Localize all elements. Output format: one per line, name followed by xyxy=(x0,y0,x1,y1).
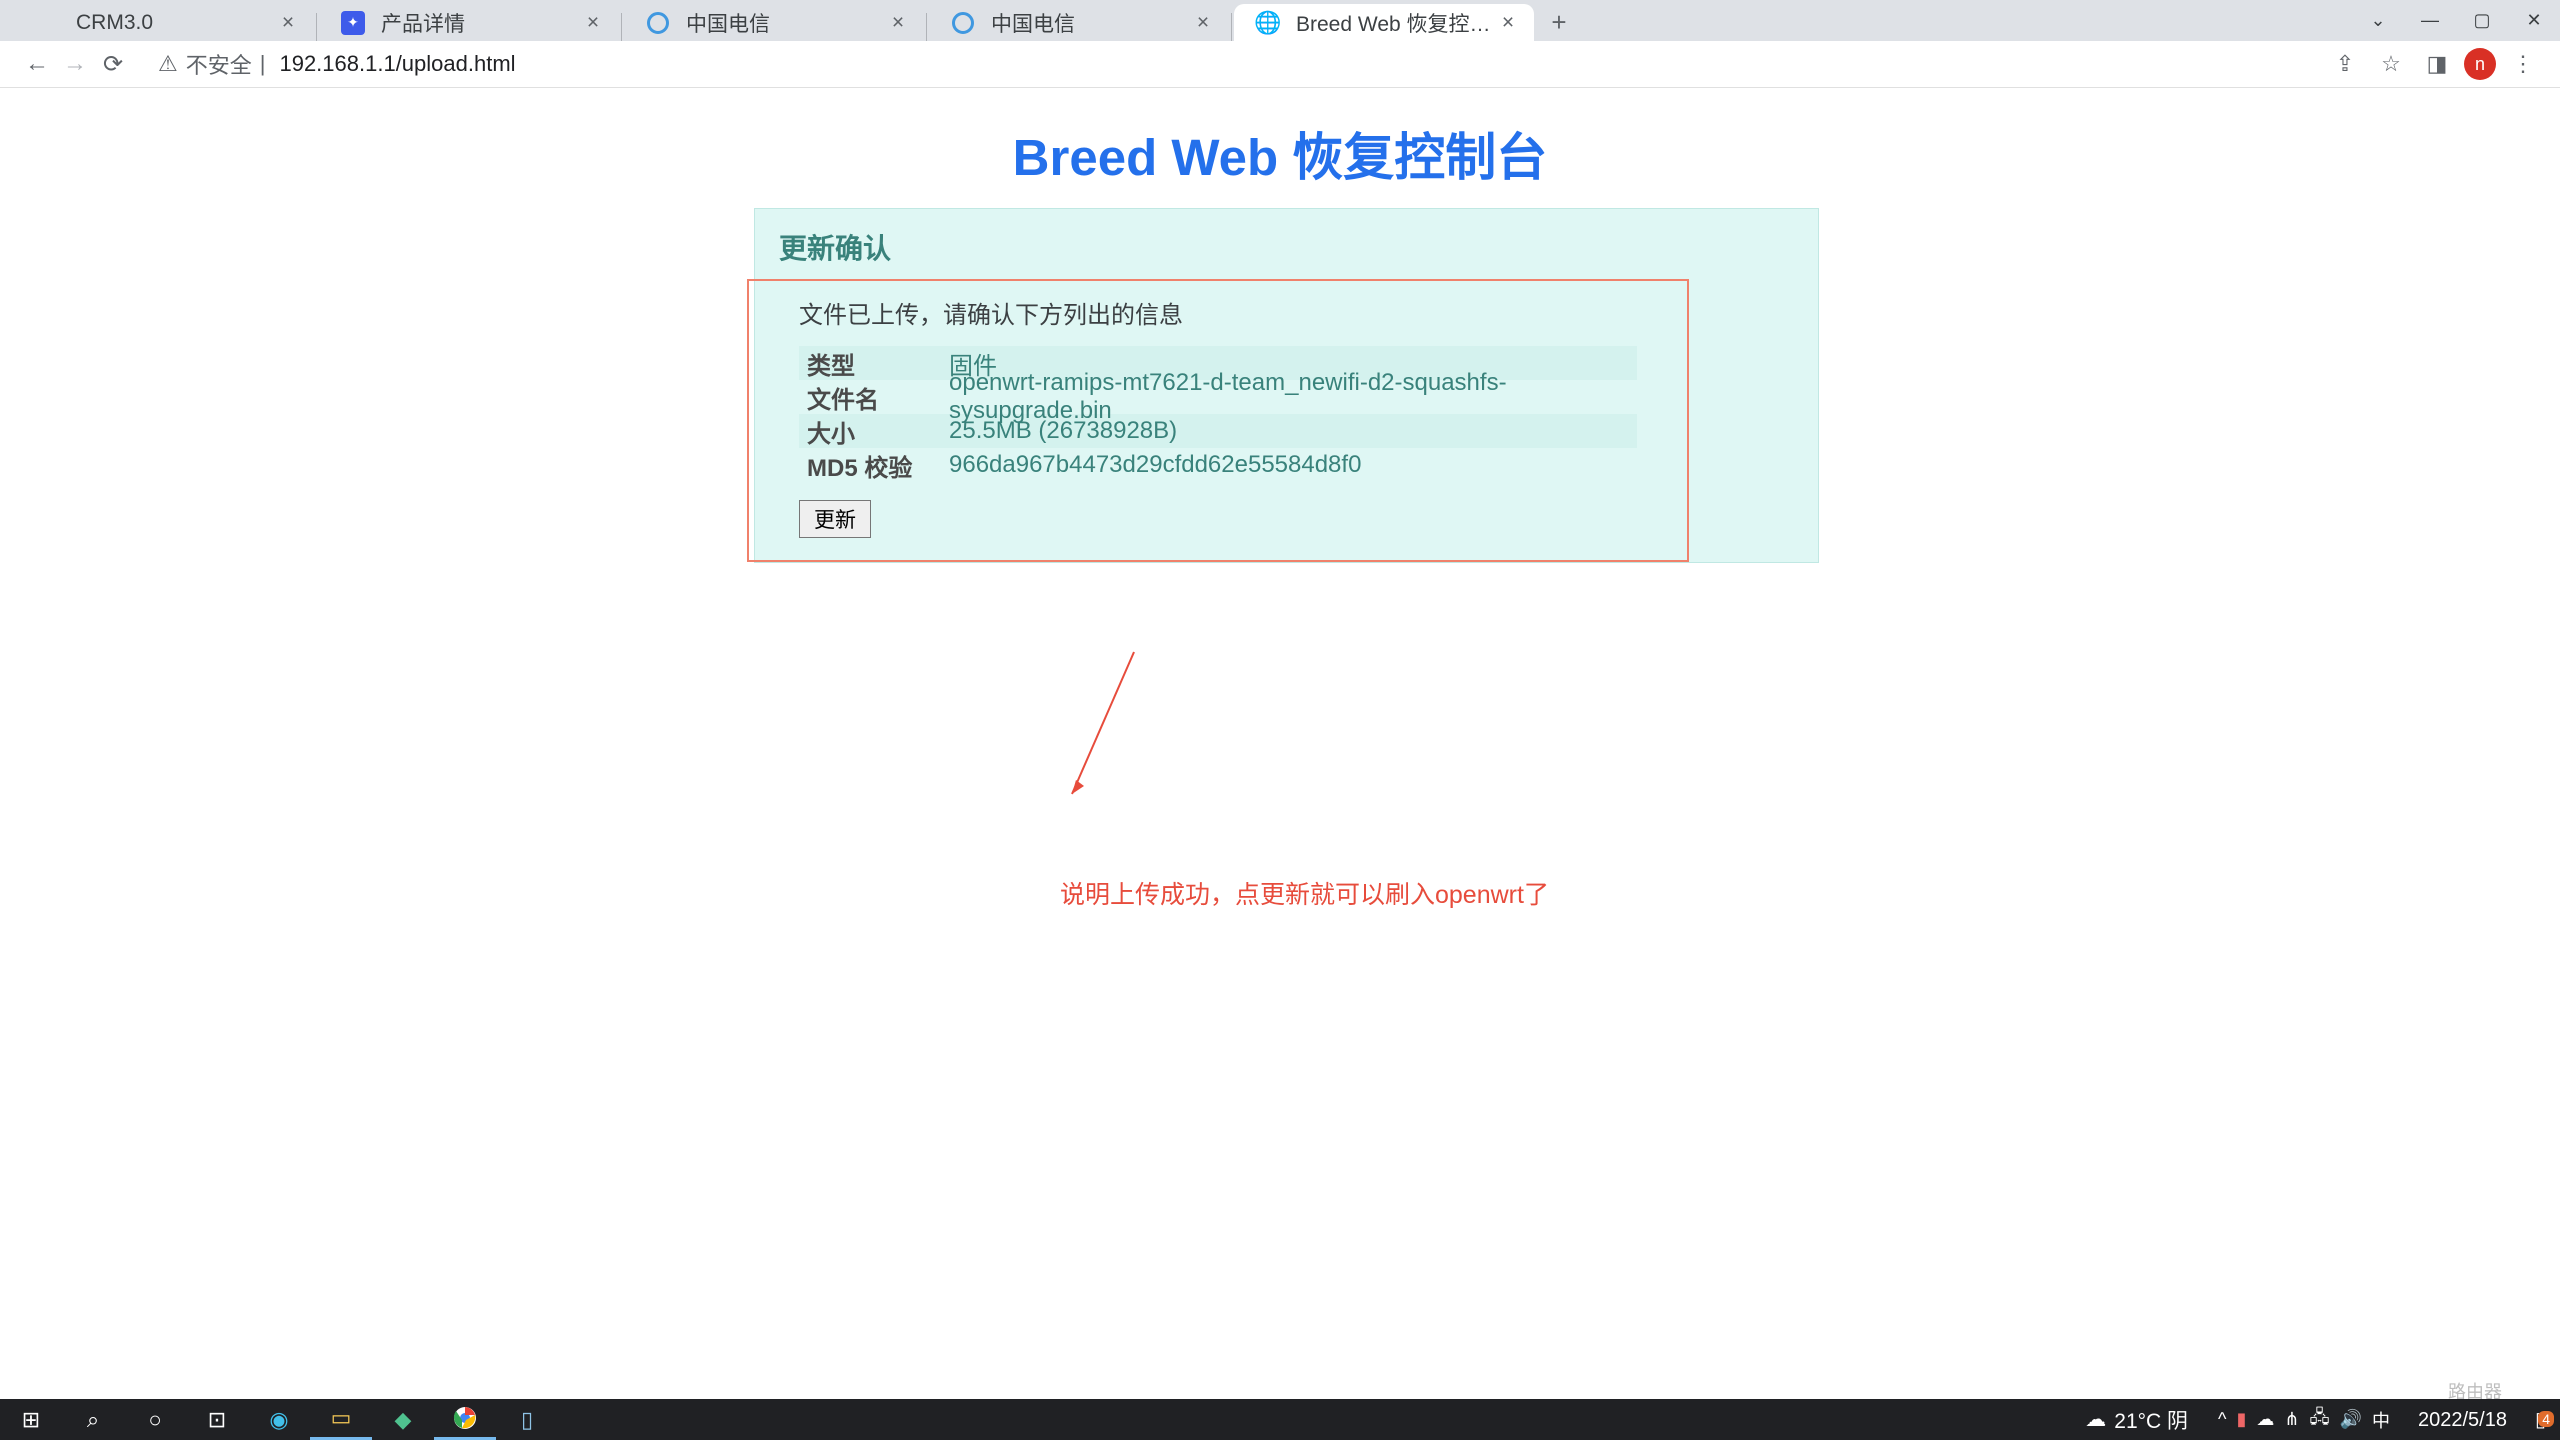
system-tray: ^ ▮ ☁ ⋔ 🖧 🔊 中 xyxy=(2204,1405,2404,1435)
tab-title: 中国电信 xyxy=(991,8,1191,38)
weather-widget[interactable]: ☁ 21°C 阴 xyxy=(2069,1405,2204,1435)
tab-telecom-1[interactable]: 中国电信 × xyxy=(624,4,924,41)
close-window-button[interactable]: ✕ xyxy=(2508,0,2560,41)
maximize-button[interactable]: ▢ xyxy=(2456,0,2508,41)
new-tab-button[interactable]: + xyxy=(1534,4,1584,41)
url-separator: | xyxy=(260,51,266,77)
confirm-panel: 更新确认 文件已上传，请确认下方列出的信息 类型 固件 文件名 openwrt-… xyxy=(754,208,1819,563)
favicon-circle-icon xyxy=(644,9,672,37)
app-icon-1[interactable]: ◆ xyxy=(372,1399,434,1440)
chrome-icon[interactable] xyxy=(434,1399,496,1440)
row-value-md5: 966da967b4473d29cfdd62e55584d8f0 xyxy=(941,451,1637,479)
edge-icon[interactable]: ◉ xyxy=(248,1399,310,1440)
page-content: Breed Web 恢复控制台 更新确认 文件已上传，请确认下方列出的信息 类型… xyxy=(0,88,2560,1440)
window-controls: ⌄ — ▢ ✕ xyxy=(2352,0,2560,41)
page-title: Breed Web 恢复控制台 xyxy=(0,88,2560,190)
row-label-md5: MD5 校验 xyxy=(799,448,941,483)
close-icon[interactable]: × xyxy=(276,11,300,35)
tray-icon-1[interactable]: ▮ xyxy=(2237,1409,2247,1430)
start-button[interactable]: ⊞ xyxy=(0,1399,62,1440)
minimize-button[interactable]: — xyxy=(2404,0,2456,41)
button-wrap: 更新 xyxy=(749,500,1687,560)
favicon-blank-icon xyxy=(34,9,62,37)
url-field[interactable]: ⚠ 不安全 | 192.168.1.1/upload.html xyxy=(144,45,2326,83)
tab-telecom-2[interactable]: 中国电信 × xyxy=(929,4,1229,41)
favicon-circle-icon xyxy=(949,9,977,37)
clock[interactable]: 2022/5/18 xyxy=(2404,1408,2521,1432)
caret-down-icon[interactable]: ⌄ xyxy=(2352,0,2404,41)
back-button[interactable]: ← xyxy=(18,45,56,83)
tab-crm[interactable]: CRM3.0 × xyxy=(14,4,314,41)
profile-avatar[interactable]: n xyxy=(2464,48,2496,80)
tab-title: 中国电信 xyxy=(686,8,886,38)
close-icon[interactable]: × xyxy=(581,11,605,35)
ime-indicator[interactable]: 中 xyxy=(2372,1407,2390,1433)
table-row: MD5 校验 966da967b4473d29cfdd62e55584d8f0 xyxy=(799,448,1637,482)
warning-icon: ⚠ xyxy=(158,51,178,77)
table-row: 文件名 openwrt-ramips-mt7621-d-team_newifi-… xyxy=(799,380,1637,414)
row-label-type: 类型 xyxy=(799,346,941,381)
row-value-size: 25.5MB (26738928B) xyxy=(941,417,1637,445)
tab-separator xyxy=(926,13,927,41)
taskbar: ⊞ ⌕ ○ ⊡ ◉ ▭ ◆ ▯ ☁ 21°C 阴 ^ ▮ ☁ ⋔ 🖧 🔊 中 2… xyxy=(0,1399,2560,1440)
favicon-globe-icon: 🌐 xyxy=(1254,9,1282,37)
toolbar-right: ⇪ ☆ ◨ n ⋮ xyxy=(2326,45,2542,83)
reload-button[interactable]: ⟳ xyxy=(94,45,132,83)
close-icon[interactable]: × xyxy=(886,11,910,35)
upload-message: 文件已上传，请确认下方列出的信息 xyxy=(749,281,1687,338)
date-text: 2022/5/18 xyxy=(2418,1408,2507,1432)
tab-separator xyxy=(1231,13,1232,41)
table-row: 大小 25.5MB (26738928B) xyxy=(799,414,1637,448)
annotation-text: 说明上传成功，点更新就可以刷入openwrt了 xyxy=(1060,875,1549,911)
explorer-icon[interactable]: ▭ xyxy=(310,1399,372,1440)
notification-badge: 4 xyxy=(2538,1411,2554,1427)
forward-button[interactable]: → xyxy=(56,45,94,83)
tab-breed-web[interactable]: 🌐 Breed Web 恢复控制台 × xyxy=(1234,4,1534,41)
side-panel-icon[interactable]: ◨ xyxy=(2418,45,2456,83)
network-icon[interactable]: 🖧 xyxy=(2310,1405,2330,1435)
volume-icon[interactable]: 🔊 xyxy=(2340,1409,2362,1430)
tab-separator xyxy=(621,13,622,41)
cortana-icon[interactable]: ○ xyxy=(124,1399,186,1440)
tab-separator xyxy=(316,13,317,41)
share-icon[interactable]: ⇪ xyxy=(2326,45,2364,83)
close-icon[interactable]: × xyxy=(1496,11,1520,35)
notification-icon[interactable]: ▯ 4 xyxy=(2521,1407,2560,1432)
chevron-up-icon[interactable]: ^ xyxy=(2218,1409,2226,1430)
info-table: 类型 固件 文件名 openwrt-ramips-mt7621-d-team_n… xyxy=(799,346,1637,482)
panel-header: 更新确认 xyxy=(755,209,1818,279)
address-bar: ← → ⟳ ⚠ 不安全 | 192.168.1.1/upload.html ⇪ … xyxy=(0,41,2560,88)
row-label-size: 大小 xyxy=(799,414,941,449)
search-icon[interactable]: ⌕ xyxy=(62,1399,124,1440)
tab-title: 产品详情 xyxy=(381,8,581,38)
bookmark-icon[interactable]: ☆ xyxy=(2372,45,2410,83)
row-label-filename: 文件名 xyxy=(799,380,941,415)
close-icon[interactable]: × xyxy=(1191,11,1215,35)
cloud-icon: ☁ xyxy=(2085,1407,2106,1432)
weather-text: 21°C 阴 xyxy=(2114,1405,2188,1435)
arrow-icon xyxy=(1062,646,1142,804)
favicon-blue-icon: ✦ xyxy=(339,9,367,37)
browser-tab-bar: CRM3.0 × ✦ 产品详情 × 中国电信 × 中国电信 × 🌐 Breed … xyxy=(0,0,2560,41)
security-label: 不安全 xyxy=(186,48,252,80)
tab-product[interactable]: ✦ 产品详情 × xyxy=(319,4,619,41)
update-button[interactable]: 更新 xyxy=(799,500,871,538)
app-icon-2[interactable]: ▯ xyxy=(496,1399,558,1440)
task-view-icon[interactable]: ⊡ xyxy=(186,1399,248,1440)
tab-title: CRM3.0 xyxy=(76,11,276,35)
url-text: 192.168.1.1/upload.html xyxy=(279,51,515,77)
highlight-box: 文件已上传，请确认下方列出的信息 类型 固件 文件名 openwrt-ramip… xyxy=(747,279,1689,562)
menu-icon[interactable]: ⋮ xyxy=(2504,45,2542,83)
security-warning: ⚠ 不安全 | xyxy=(158,48,265,80)
tab-title: Breed Web 恢复控制台 xyxy=(1296,8,1496,38)
wifi-icon[interactable]: ⋔ xyxy=(2284,1409,2299,1430)
onedrive-icon[interactable]: ☁ xyxy=(2256,1409,2274,1430)
